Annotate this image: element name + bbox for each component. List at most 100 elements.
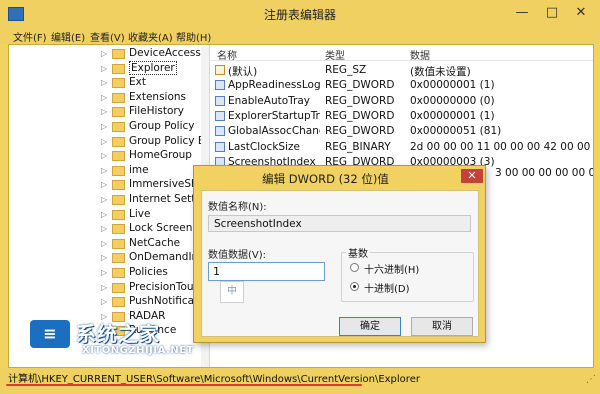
value-row[interactable]: EnableAutoTray REG_DWORD 0x00000000 (0): [210, 94, 593, 109]
expand-arrow-icon[interactable]: ▷: [101, 224, 107, 233]
value-type: REG_BINARY: [325, 140, 391, 153]
regedit-window: 注册表编辑器 — □ ✕ 文件(F) 编辑(E) 查看(V) 收藏夹(A) 帮助…: [0, 0, 600, 394]
menu-edit[interactable]: 编辑(E): [51, 29, 85, 44]
folder-icon: [112, 165, 125, 176]
base-label: 基数: [346, 245, 370, 260]
value-name: AppReadinessLogo...: [228, 79, 320, 92]
folder-icon: [112, 122, 125, 132]
ok-button[interactable]: 确定: [339, 317, 401, 336]
status-key-path: 计算机\HKEY_CURRENT_USER\Software\Microsoft…: [8, 374, 420, 385]
expand-arrow-icon[interactable]: ▷: [101, 122, 107, 131]
ime-mode-indicator[interactable]: 中: [220, 281, 244, 303]
tree-key-label: FileHistory: [129, 105, 184, 118]
menu-view[interactable]: 查看(V): [90, 29, 125, 44]
expand-arrow-icon[interactable]: ▷: [101, 107, 107, 116]
close-button[interactable]: ✕: [568, 4, 594, 22]
value-name: EnableAutoTray: [228, 94, 310, 107]
tree-key-label: Live: [129, 207, 151, 220]
expand-arrow-icon[interactable]: ▷: [101, 195, 107, 204]
expand-arrow-icon[interactable]: ▷: [101, 268, 107, 277]
folder-icon: [112, 107, 125, 118]
expand-arrow-icon[interactable]: ▷: [101, 239, 107, 248]
value-name: (默认): [228, 66, 258, 78]
value-type: REG_SZ: [325, 64, 367, 76]
folder-icon: [112, 49, 125, 59]
value-name: LastClockSize: [228, 140, 300, 153]
menu-help[interactable]: 帮助(H): [176, 29, 211, 44]
value-type: REG_DWORD: [325, 125, 395, 138]
row-overflow-data: 3 00 00 00 00 00 00 00 00 00: [495, 167, 593, 179]
folder-icon: [112, 151, 125, 162]
tree-key-label: DeviceAccess: [129, 47, 201, 59]
value-data: 0x00000051 (81): [410, 125, 502, 138]
tree-key-label: Lock Screen: [129, 222, 193, 235]
folder-icon: [112, 224, 125, 235]
dialog-close-button[interactable]: ✕: [461, 169, 483, 183]
expand-arrow-icon[interactable]: ▷: [101, 210, 107, 219]
folder-icon: [112, 136, 125, 147]
value-name-field: ScreenshotIndex: [208, 215, 471, 232]
menu-favorites[interactable]: 收藏夹(A): [128, 29, 173, 44]
expand-arrow-icon[interactable]: ▷: [101, 93, 107, 102]
value-data: 0x00000001 (1): [410, 79, 495, 92]
string-value-icon: [215, 65, 225, 75]
folder-icon: [112, 238, 125, 249]
value-data: 2d 00 00 00 11 00 00 00 42 00 00 00 11 0: [410, 140, 593, 153]
menu-file[interactable]: 文件(F): [13, 29, 47, 44]
value-row[interactable]: ExplorerStartupTra... REG_DWORD 0x00000001…: [210, 109, 593, 124]
expand-arrow-icon[interactable]: ▷: [101, 283, 107, 292]
value-type: REG_DWORD: [325, 94, 395, 107]
value-row[interactable]: AppReadinessLogo... REG_DWORD 0x00000001 (…: [210, 78, 593, 93]
expand-arrow-icon[interactable]: ▷: [101, 151, 107, 160]
expand-arrow-icon[interactable]: ▷: [101, 49, 107, 58]
value-name-label: 数值名称(N):: [208, 202, 267, 213]
folder-icon: [112, 78, 125, 89]
resize-grip-icon[interactable]: ⋰: [586, 374, 596, 385]
expand-arrow-icon[interactable]: ▷: [101, 253, 107, 262]
title-bar: 注册表编辑器 — □ ✕: [0, 0, 600, 28]
expand-arrow-icon[interactable]: ▷: [101, 297, 107, 306]
expand-arrow-icon[interactable]: ▷: [101, 64, 107, 73]
cancel-button[interactable]: 取消: [411, 317, 473, 336]
folder-icon: [112, 253, 125, 264]
value-row[interactable]: (默认) REG_SZ (数值未设置): [210, 63, 593, 78]
watermark-text: 系统之家: [76, 322, 160, 346]
radio-hex-dot[interactable]: [350, 263, 359, 272]
status-bar: 计算机\HKEY_CURRENT_USER\Software\Microsoft…: [0, 368, 600, 394]
tree-key-label: ime: [129, 163, 149, 176]
minimize-button[interactable]: —: [509, 4, 535, 22]
header-divider: [210, 60, 593, 61]
expand-arrow-icon[interactable]: ▷: [101, 166, 107, 175]
value-data: 0x00000000 (0): [410, 94, 495, 107]
value-data-label: 数值数据(V):: [208, 250, 267, 261]
tree-key-label: Group Policy: [129, 120, 195, 132]
tree-key-label: Extensions: [129, 90, 187, 103]
folder-icon: [112, 92, 125, 103]
folder-icon: [112, 180, 125, 191]
dialog-title: 编辑 DWORD (32 位)值: [262, 172, 389, 186]
dialog-body: 数值名称(N): ScreenshotIndex 数值数据(V): 1 中 十六…: [201, 190, 479, 337]
radio-dec-dot[interactable]: [350, 282, 359, 291]
watermark-logo-icon: ≡: [30, 320, 70, 348]
value-row[interactable]: LastClockSize REG_BINARY 2d 00 00 00 11 00…: [210, 140, 593, 155]
menu-bar: 文件(F) 编辑(E) 查看(V) 收藏夹(A) 帮助(H): [0, 28, 600, 44]
folder-icon: [112, 268, 125, 278]
binary-value-icon: [215, 141, 225, 152]
folder-icon: [112, 63, 125, 74]
expand-arrow-icon[interactable]: ▷: [101, 137, 107, 146]
value-data-input[interactable]: 1: [208, 262, 325, 281]
expand-arrow-icon[interactable]: ▷: [101, 78, 107, 87]
tree-key-label: NetCache: [129, 236, 181, 249]
radio-hexadecimal[interactable]: 十六进制(H): [350, 261, 480, 276]
expand-arrow-icon[interactable]: ▷: [101, 180, 107, 189]
value-row[interactable]: GlobalAssocChang... REG_DWORD 0x00000051 (…: [210, 124, 593, 139]
tree-key-label: HomeGroup: [129, 149, 192, 162]
binary-value-icon: [215, 110, 225, 121]
highlight-underline: [6, 384, 362, 386]
folder-icon: [112, 297, 125, 308]
value-type: REG_DWORD: [325, 109, 395, 122]
value-type: REG_DWORD: [325, 79, 395, 92]
folder-icon: [112, 195, 125, 205]
radio-decimal[interactable]: 十进制(D): [350, 280, 480, 295]
maximize-button[interactable]: □: [539, 4, 565, 22]
